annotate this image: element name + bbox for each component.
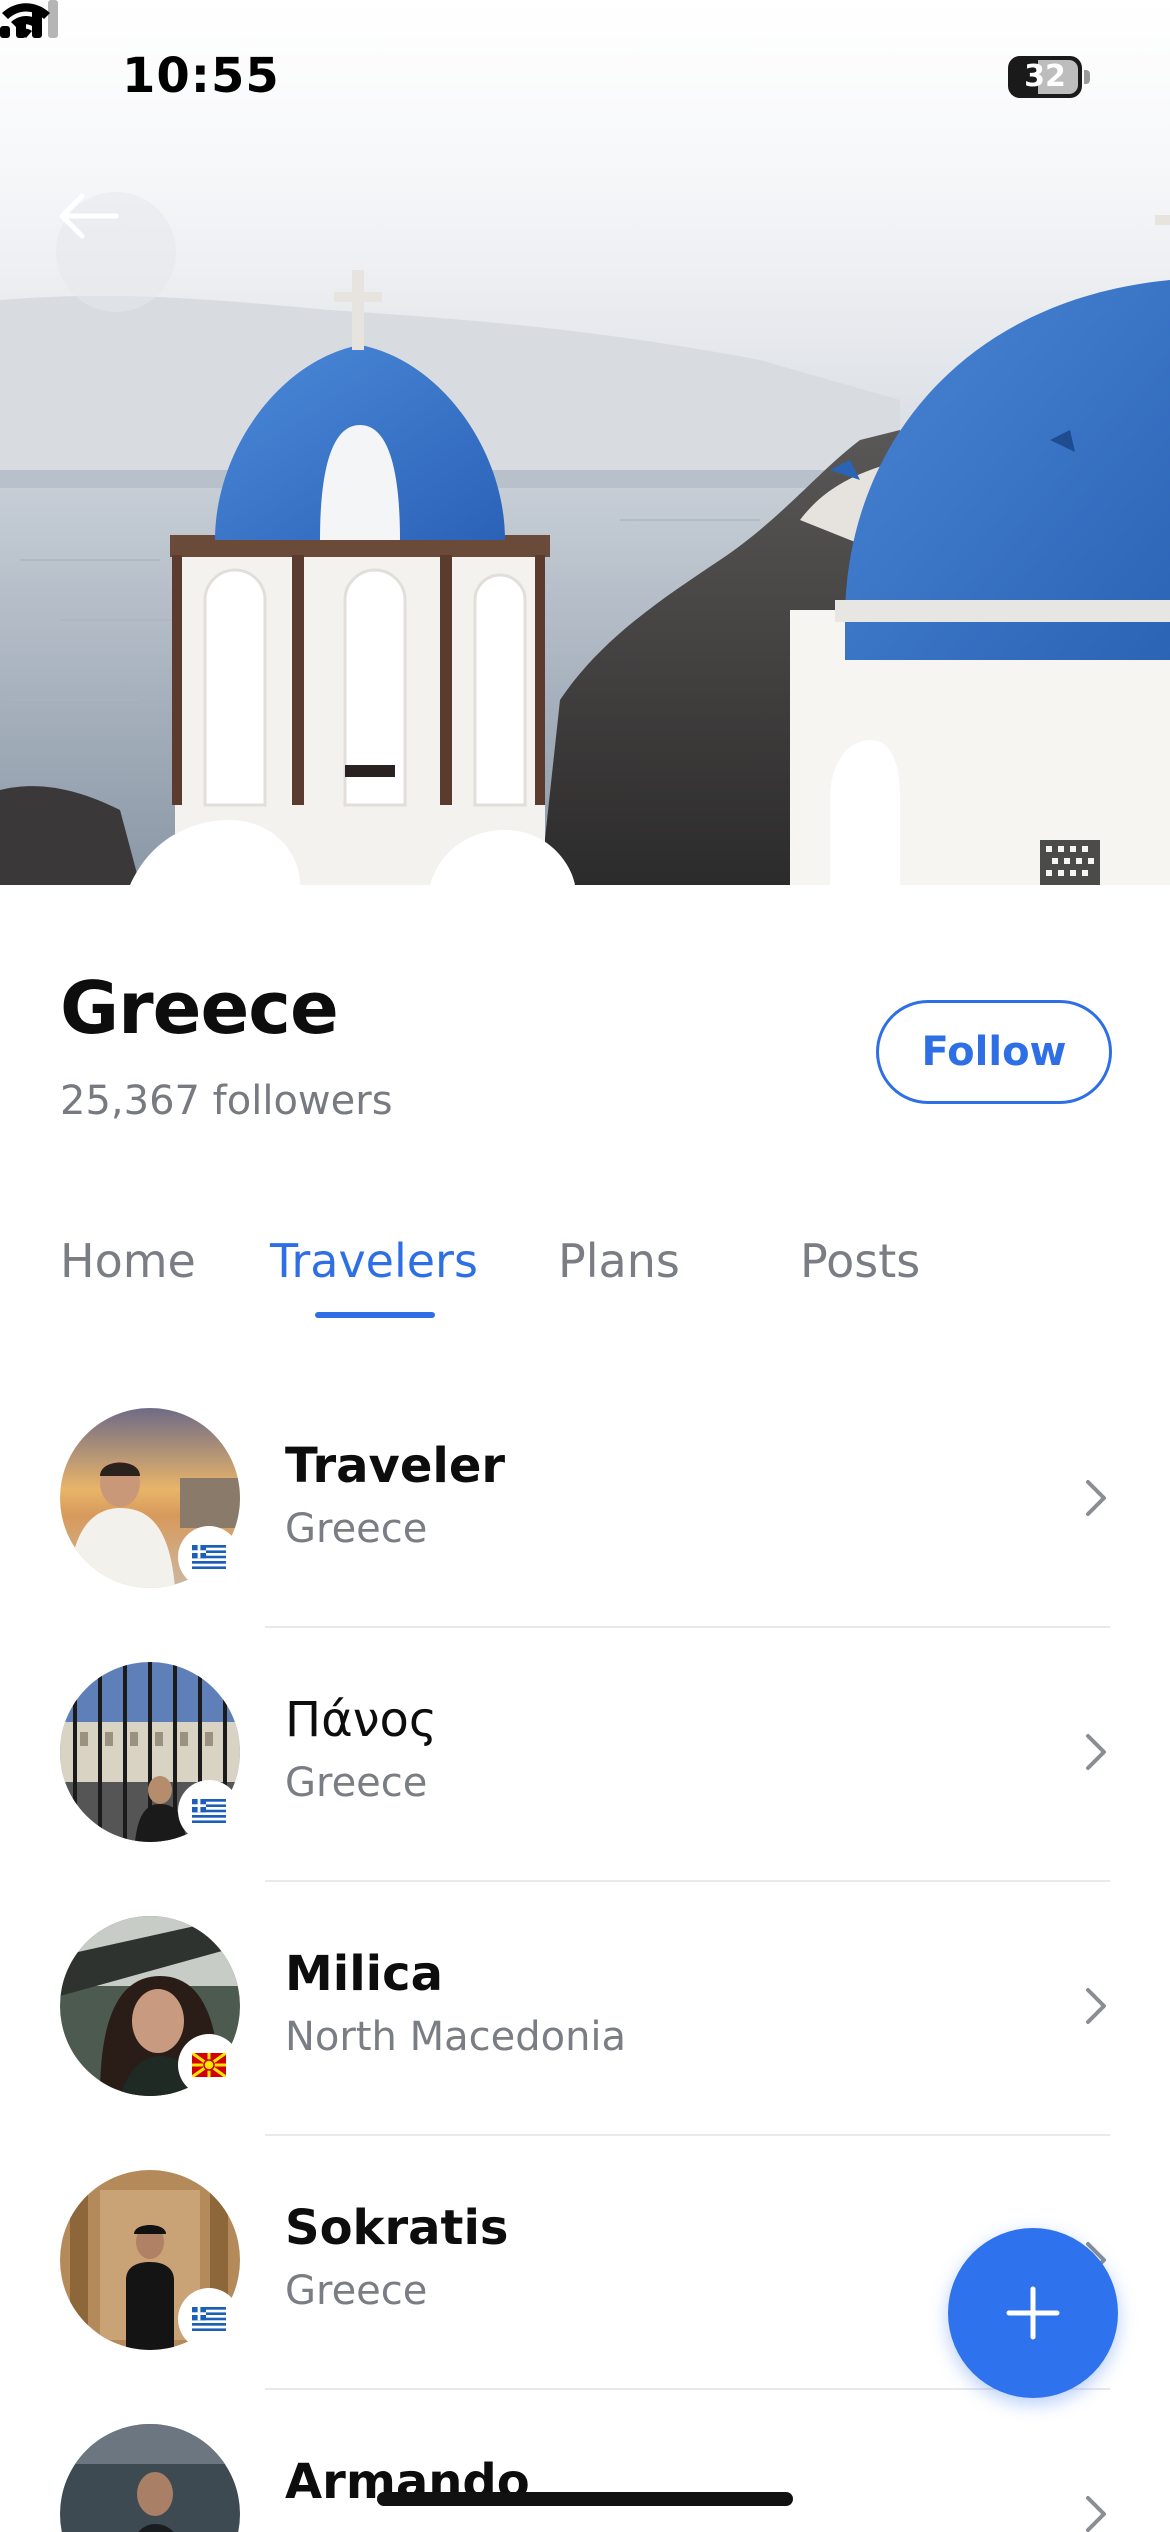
tab-plans[interactable]: Plans — [558, 1234, 680, 1288]
traveler-country: North Macedonia — [285, 2014, 627, 2060]
list-item[interactable]: Traveler Greece — [0, 1400, 1170, 1654]
wifi-icon — [2, 3, 50, 38]
greece-flag-icon — [178, 2288, 240, 2350]
home-indicator — [377, 2492, 793, 2506]
chevron-right-icon — [1086, 1988, 1106, 2024]
divider — [265, 1626, 1110, 1628]
battery-level: 32 — [1024, 59, 1066, 94]
traveler-name: Traveler — [285, 1438, 506, 1494]
tab-travelers[interactable]: Travelers — [270, 1234, 478, 1288]
traveler-name: Sokratis — [285, 2200, 509, 2256]
chevron-right-icon — [1086, 2496, 1106, 2532]
list-item[interactable]: Πάνος Greece — [0, 1654, 1170, 1908]
avatar — [60, 2424, 240, 2532]
list-item[interactable]: Milica North Macedonia — [0, 1908, 1170, 2162]
battery-icon: 32 — [1008, 56, 1090, 98]
chevron-right-icon — [1086, 1734, 1106, 1770]
greece-flag-icon — [178, 1526, 240, 1588]
traveler-country: Greece — [285, 2268, 428, 2314]
active-tab-indicator — [315, 1312, 435, 1318]
tab-home[interactable]: Home — [60, 1234, 196, 1288]
greece-flag-icon — [178, 1780, 240, 1842]
chevron-right-icon — [1086, 1480, 1106, 1516]
list-item[interactable]: Armando — [0, 2416, 1170, 2532]
north-macedonia-flag-icon — [178, 2034, 240, 2096]
traveler-country: Greece — [285, 1760, 428, 1806]
page-title: Greece — [60, 966, 339, 1050]
plus-icon — [1006, 2286, 1060, 2340]
hero-image: 10:55 32 — [0, 0, 1170, 885]
back-button[interactable] — [56, 192, 176, 312]
add-button[interactable] — [948, 2228, 1118, 2398]
divider — [265, 1880, 1110, 1882]
status-time: 10:55 — [122, 48, 280, 104]
traveler-name: Milica — [285, 1946, 443, 2002]
arrow-left-icon — [59, 193, 119, 239]
traveler-country: Greece — [285, 1506, 428, 1552]
tab-bar: Home Travelers Plans Posts — [0, 1220, 1170, 1330]
followers-count: 25,367 followers — [60, 1078, 393, 1124]
divider — [265, 2134, 1110, 2136]
tab-posts[interactable]: Posts — [800, 1234, 920, 1288]
status-bar: 10:55 32 — [0, 0, 1170, 150]
follow-button[interactable]: Follow — [876, 1000, 1112, 1104]
traveler-name: Πάνος — [285, 1692, 438, 1748]
divider — [265, 2388, 1110, 2390]
